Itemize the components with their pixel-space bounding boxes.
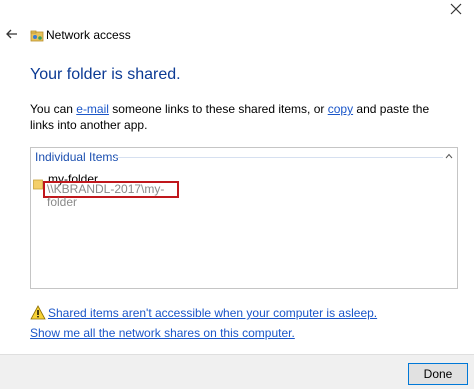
network-path: \\KBRANDL-2017\my-folder [43,181,179,209]
folder-icon [33,178,43,190]
chevron-up-icon [445,148,453,162]
close-button[interactable] [444,0,468,20]
description-text-1: You can [30,102,77,116]
copy-link[interactable]: copy [328,102,353,116]
back-arrow-icon [6,28,18,42]
warning-icon [30,305,46,320]
show-network-shares-link[interactable]: Show me all the network shares on this c… [30,326,295,340]
description-text-2: someone links to these shared items, or [108,102,328,116]
title-bar: Network access [0,0,474,70]
sleep-warning-link[interactable]: Shared items aren't accessible when your… [48,306,377,320]
network-share-icon [30,29,44,43]
shared-items-list: Individual Items my-folder \\KBRANDL-201… [30,147,458,289]
back-button[interactable] [4,26,20,44]
items-group-header: Individual Items [35,150,119,164]
page-heading: Your folder is shared. [30,66,181,83]
collapse-group-button[interactable] [444,150,454,160]
close-icon [450,3,462,18]
footer-bar: Done [0,354,474,389]
window-title: Network access [46,28,131,42]
share-description: You can e-mail someone links to these sh… [30,101,450,133]
email-link[interactable]: e-mail [76,102,109,116]
group-header-divider [115,157,443,158]
done-button[interactable]: Done [408,363,468,385]
